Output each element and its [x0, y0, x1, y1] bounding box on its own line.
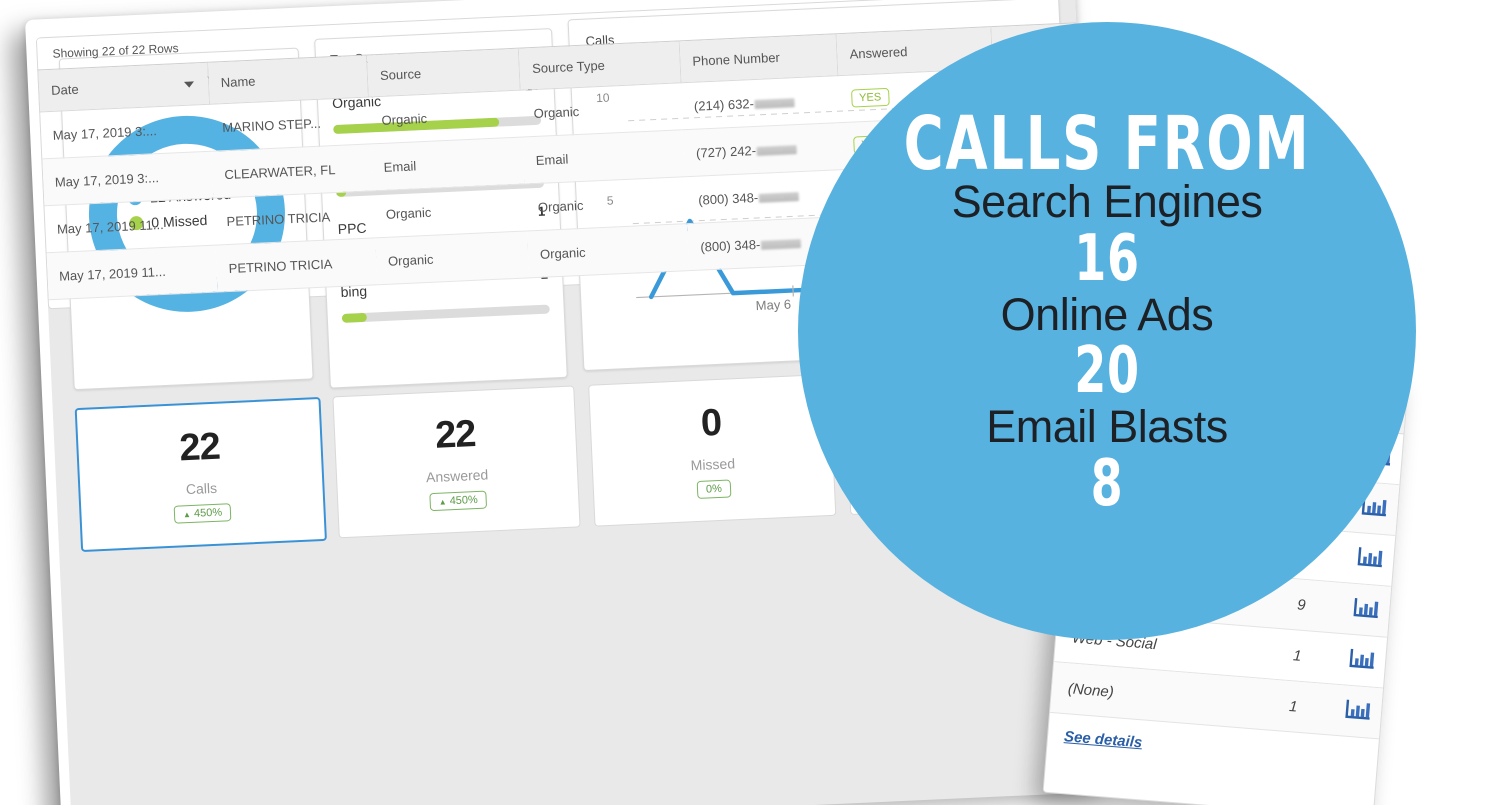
stat-number: 0: [699, 401, 723, 445]
column-label: Answered: [849, 44, 908, 62]
stat-change-badge: ▲ 450%: [429, 490, 488, 512]
column-header-phone-number[interactable]: Phone Number: [678, 33, 839, 83]
callout-circle: CALLS FROM Search Engines 16 Online Ads …: [798, 22, 1416, 640]
answered-badge: YES: [850, 87, 890, 108]
column-label: Source Type: [531, 57, 606, 77]
phone-text: (800) 348-: [697, 189, 759, 208]
cell-source-type: Organic: [524, 176, 688, 231]
column-label: Phone Number: [692, 49, 781, 69]
stat-card-calls[interactable]: 22 Calls ▲ 450%: [74, 396, 327, 552]
cell-source: Organic: [368, 90, 523, 144]
stat-number: 22: [178, 425, 221, 470]
caret-up-icon: ▲: [182, 509, 192, 520]
column-header-name[interactable]: Name: [207, 55, 369, 105]
stat-label: Answered: [425, 466, 489, 486]
bar-chart-icon[interactable]: [1328, 645, 1376, 675]
caret-up-icon: ▲: [438, 497, 447, 507]
column-header-source[interactable]: Source: [366, 48, 521, 97]
row-count: 9: [1296, 595, 1307, 614]
stat-card-answered[interactable]: 22 Answered ▲ 450%: [332, 385, 581, 539]
column-header-source-type[interactable]: Source Type: [518, 40, 681, 91]
callout-heading: CALLS FROM: [903, 101, 1311, 187]
cell-date: May 17, 2019 3:...: [39, 104, 212, 159]
stat-badge-text: 0%: [705, 482, 723, 496]
cell-source-type: Organic: [520, 82, 684, 138]
stat-change-badge: ▲ 450%: [173, 503, 232, 524]
stat-change-badge: 0%: [696, 479, 732, 499]
cell-source: Organic: [374, 230, 530, 285]
bar-chart-icon[interactable]: [1324, 696, 1372, 726]
phone-text: (727) 242-: [695, 142, 757, 161]
row-count: 1: [1288, 697, 1299, 716]
source-progress-track: [341, 304, 550, 323]
cell-name: MARINO STEP...: [209, 96, 371, 152]
phone-text: (214) 632-: [693, 95, 755, 114]
screenshot-stage: Answered vs Missed Calls 22 ▲ 450% 22 An…: [0, 0, 1492, 805]
cell-date: May 17, 2019 11...: [43, 198, 216, 253]
row-label: (None): [1067, 679, 1115, 701]
callout-number-online-ads: 20: [1074, 334, 1140, 409]
cell-source-type: Email: [522, 129, 686, 184]
callout-line-email-blasts: Email Blasts: [986, 401, 1228, 453]
callout-number-search-engines: 16: [1074, 221, 1140, 296]
cell-source-type: Organic: [526, 223, 690, 278]
cell-name: CLEARWATER, FL: [211, 143, 373, 199]
cell-date: May 17, 2019 11...: [46, 245, 218, 300]
stat-badge-text: 450%: [449, 493, 479, 508]
cell-name: PETRINO TRICIA: [213, 190, 375, 246]
cell-source: Organic: [372, 183, 527, 238]
bar-chart-icon[interactable]: [1336, 544, 1384, 574]
redaction-bar: [758, 191, 800, 203]
sort-descending-icon[interactable]: [183, 80, 194, 88]
phone-text: (800) 348-: [700, 236, 761, 255]
bar-chart-icon[interactable]: [1332, 594, 1380, 624]
stat-label: Calls: [185, 479, 218, 498]
row-count: 1: [1292, 646, 1303, 665]
redaction-bar: [761, 238, 802, 250]
callout-content: CALLS FROM Search Engines 16 Online Ads …: [798, 101, 1416, 521]
source-progress-fill: [341, 312, 367, 323]
redaction-bar: [754, 97, 796, 109]
stat-number: 22: [434, 413, 477, 457]
column-label: Name: [220, 73, 256, 91]
column-label: Date: [50, 81, 80, 98]
cell-source: Email: [370, 137, 525, 191]
stat-badge-text: 450%: [193, 506, 223, 520]
callout-line-online-ads: Online Ads: [1000, 288, 1214, 340]
cell-name: PETRINO TRICIA: [215, 237, 378, 293]
cell-date: May 17, 2019 3:...: [41, 151, 214, 206]
redaction-bar: [756, 144, 798, 156]
column-label: Source: [379, 66, 422, 83]
callout-number-email-blasts: 8: [1090, 446, 1124, 521]
column-header-date[interactable]: Date: [37, 62, 210, 112]
